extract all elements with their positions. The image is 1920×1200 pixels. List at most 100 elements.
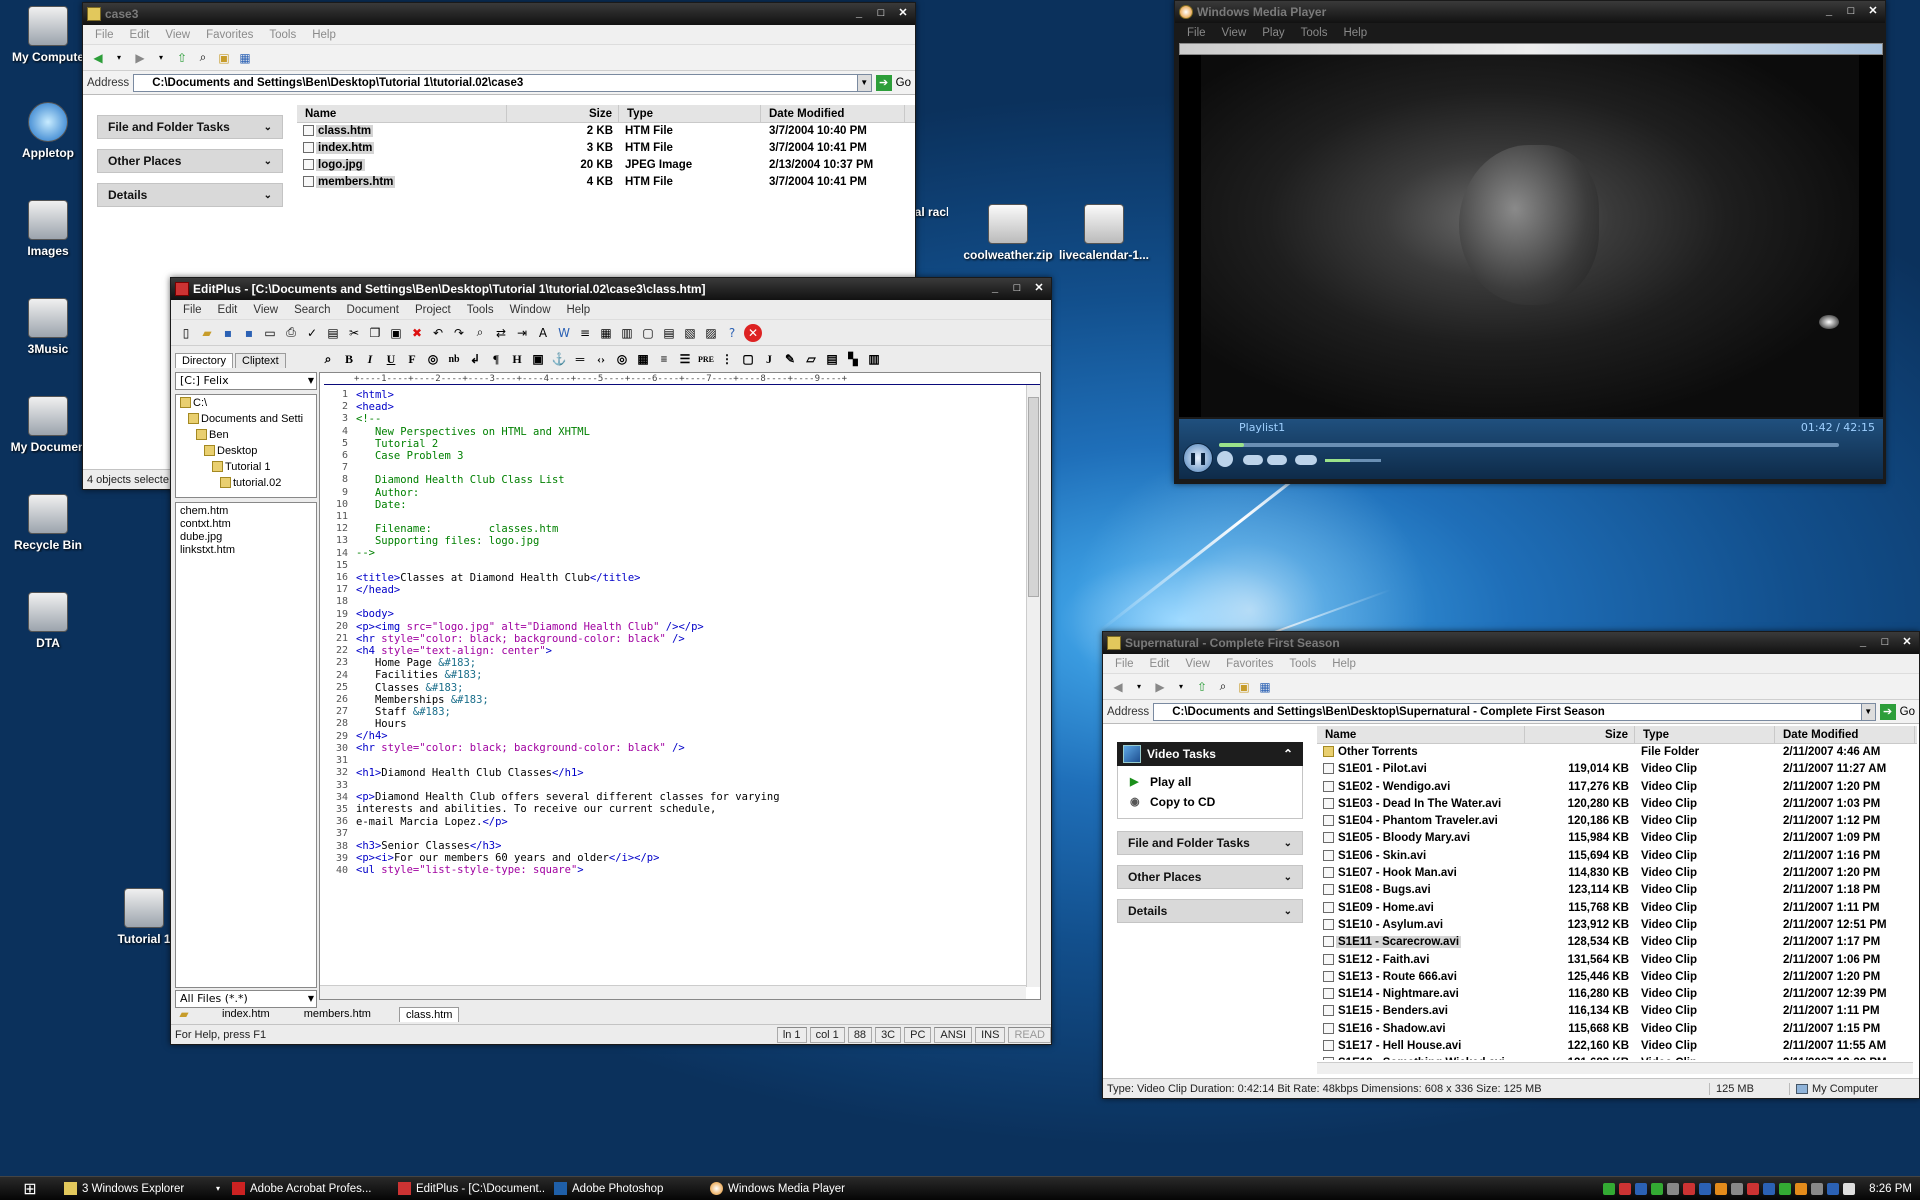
file-row[interactable]: S1E11 - Scarecrow.avi 128,534 KB Video Cli… bbox=[1317, 934, 1917, 951]
print-preview-icon[interactable]: ▭ bbox=[261, 324, 279, 342]
menu-project[interactable]: Project bbox=[407, 304, 459, 316]
tab-directory[interactable]: Directory bbox=[175, 353, 234, 368]
wordwrap-icon[interactable]: W bbox=[555, 324, 573, 342]
file-row[interactable]: S1E12 - Faith.avi 131,564 KB Video Clip 2/1… bbox=[1317, 952, 1917, 969]
volume-slider[interactable] bbox=[1325, 459, 1381, 462]
column-size[interactable]: Size bbox=[1525, 726, 1635, 743]
paste-icon[interactable]: ▣ bbox=[387, 324, 405, 342]
chevron-down-icon[interactable]: ▾ bbox=[216, 1184, 220, 1193]
chevron-down-icon[interactable]: ▼ bbox=[857, 73, 872, 92]
tray-icon[interactable] bbox=[1699, 1183, 1712, 1195]
menu-favorites[interactable]: Favorites bbox=[1218, 658, 1281, 670]
minimize-button[interactable]: _ bbox=[1853, 634, 1873, 651]
tree-item[interactable]: Tutorial 1 bbox=[176, 459, 316, 475]
file-list-item[interactable]: chem.htm bbox=[180, 505, 312, 518]
file-row[interactable]: S1E01 - Pilot.avi 119,014 KB Video Clip 2/1… bbox=[1317, 761, 1917, 778]
up-folder-icon[interactable]: ⇧ bbox=[1193, 678, 1211, 696]
file-row[interactable]: index.htm 3 KB HTM File 3/7/2004 10:41 PM bbox=[297, 140, 915, 157]
forward-icon[interactable]: ▶ bbox=[1151, 678, 1169, 696]
spellcheck-icon[interactable]: ✓ bbox=[303, 324, 321, 342]
panel-other-places[interactable]: Other Places ⌄ bbox=[97, 149, 283, 173]
taskbar-item-photoshop[interactable]: Adobe Photoshop bbox=[550, 1179, 700, 1199]
file-row[interactable]: logo.jpg 20 KB JPEG Image 2/13/2004 10:37 P… bbox=[297, 157, 915, 174]
column-type[interactable]: Type bbox=[619, 105, 761, 122]
minimize-button[interactable]: _ bbox=[849, 5, 869, 22]
chevron-down-icon[interactable]: ▾ bbox=[110, 49, 128, 67]
folders-icon[interactable]: ▣ bbox=[215, 49, 233, 67]
back-icon[interactable]: ◀ bbox=[89, 49, 107, 67]
forward-icon[interactable]: ▶ bbox=[131, 49, 149, 67]
tree-item[interactable]: C:\ bbox=[176, 395, 316, 411]
minimize-button[interactable]: _ bbox=[985, 280, 1005, 297]
anchor-icon[interactable]: ⚓ bbox=[550, 350, 568, 368]
target-icon[interactable]: ◎ bbox=[613, 350, 631, 368]
tray-icon[interactable] bbox=[1683, 1183, 1696, 1195]
desktop-icon-livecalendar-zip[interactable]: livecalendar-1... bbox=[1056, 204, 1152, 262]
previous-button[interactable] bbox=[1243, 455, 1263, 465]
folder-icon[interactable]: ▰ bbox=[175, 1005, 193, 1023]
menu-favorites[interactable]: Favorites bbox=[198, 29, 261, 41]
tree-item[interactable]: tutorial.02 bbox=[176, 475, 316, 491]
doc-icon[interactable]: ▤ bbox=[823, 350, 841, 368]
vertical-scrollbar[interactable] bbox=[1026, 385, 1040, 987]
panel-file-folder-tasks[interactable]: File and Folder Tasks ⌄ bbox=[1117, 831, 1303, 855]
mute-button[interactable] bbox=[1295, 455, 1317, 465]
tray-icon[interactable] bbox=[1715, 1183, 1728, 1195]
panel-details[interactable]: Details ⌄ bbox=[1117, 899, 1303, 923]
menu-edit[interactable]: Edit bbox=[1142, 658, 1178, 670]
minimize-button[interactable]: _ bbox=[1819, 3, 1839, 20]
tray-icon[interactable] bbox=[1651, 1183, 1664, 1195]
heading-button[interactable]: H bbox=[508, 350, 526, 368]
zoom-icon[interactable]: ⌕ bbox=[319, 350, 337, 368]
file-row[interactable]: S1E16 - Shadow.avi 115,668 KB Video Clip 2/… bbox=[1317, 1021, 1917, 1038]
desktop-icon-coolweather-zip[interactable]: coolweather.zip bbox=[960, 204, 1056, 262]
folders-icon[interactable]: ▣ bbox=[1235, 678, 1253, 696]
title-bar[interactable]: Windows Media Player _ □ ✕ bbox=[1175, 1, 1885, 23]
horizontal-scrollbar[interactable] bbox=[1317, 1062, 1913, 1074]
close-button[interactable]: ✕ bbox=[1029, 280, 1049, 297]
image-icon[interactable]: ▣ bbox=[529, 350, 547, 368]
tray-icon[interactable] bbox=[1731, 1183, 1744, 1195]
video-area[interactable] bbox=[1179, 55, 1883, 417]
desktop-icon-recycle-bin[interactable]: Recycle Bin bbox=[0, 494, 96, 552]
menu-tools[interactable]: Tools bbox=[1281, 658, 1324, 670]
menu-file[interactable]: File bbox=[175, 304, 210, 316]
file-row[interactable]: S1E05 - Bloody Mary.avi 115,984 KB Video C… bbox=[1317, 830, 1917, 847]
chevron-down-icon[interactable]: ▾ bbox=[1130, 678, 1148, 696]
layout-icon[interactable]: ▥ bbox=[865, 350, 883, 368]
clock[interactable]: 8:26 PM bbox=[1869, 1183, 1912, 1195]
underline-button[interactable]: U bbox=[382, 350, 400, 368]
find-icon[interactable]: ⌕ bbox=[471, 324, 489, 342]
chevron-down-icon[interactable]: ▼ bbox=[1861, 702, 1876, 721]
drive-select[interactable]: [C:] Felix ▼ bbox=[175, 372, 317, 390]
seek-bar[interactable] bbox=[1219, 443, 1839, 447]
save-all-icon[interactable]: ▪ bbox=[240, 324, 258, 342]
go-button[interactable]: ➔ Go bbox=[875, 74, 911, 91]
taskbar-item-wmp[interactable]: Windows Media Player bbox=[706, 1179, 866, 1199]
italic-button[interactable]: I bbox=[361, 350, 379, 368]
play-all-link[interactable]: ▶ Play all bbox=[1130, 772, 1292, 792]
tray-icon[interactable] bbox=[1827, 1183, 1840, 1195]
tree-item[interactable]: Documents and Setti bbox=[176, 411, 316, 427]
cut-icon[interactable]: ✂ bbox=[345, 324, 363, 342]
tray-icon[interactable] bbox=[1603, 1183, 1616, 1195]
taskbar-item-acrobat[interactable]: Adobe Acrobat Profes... bbox=[228, 1179, 388, 1199]
menu-view[interactable]: View bbox=[245, 304, 286, 316]
palette-icon[interactable]: ▚ bbox=[844, 350, 862, 368]
menu-tools[interactable]: Tools bbox=[459, 304, 502, 316]
save-icon[interactable]: ▪ bbox=[219, 324, 237, 342]
code-text[interactable]: <html> <head> <!-- New Perspectives on HTM… bbox=[356, 389, 1030, 983]
menu-file[interactable]: File bbox=[1107, 658, 1142, 670]
delete-icon[interactable]: ✖ bbox=[408, 324, 426, 342]
file-row[interactable]: S1E15 - Benders.avi 116,134 KB Video Clip 2… bbox=[1317, 1003, 1917, 1020]
chevron-down-icon[interactable]: ▾ bbox=[1172, 678, 1190, 696]
column-type[interactable]: Type bbox=[1635, 726, 1775, 743]
file-list-item[interactable]: linkstxt.htm bbox=[180, 544, 312, 557]
menu-tools[interactable]: Tools bbox=[261, 29, 304, 41]
next-button[interactable] bbox=[1267, 455, 1287, 465]
file-row[interactable]: S1E04 - Phantom Traveler.avi 120,186 KB Vi… bbox=[1317, 813, 1917, 830]
menu-help[interactable]: Help bbox=[304, 29, 344, 41]
menu-view[interactable]: View bbox=[1214, 27, 1255, 39]
address-input[interactable]: C:\Documents and Settings\Ben\Desktop\Su… bbox=[1153, 702, 1862, 721]
up-folder-icon[interactable]: ⇧ bbox=[173, 49, 191, 67]
